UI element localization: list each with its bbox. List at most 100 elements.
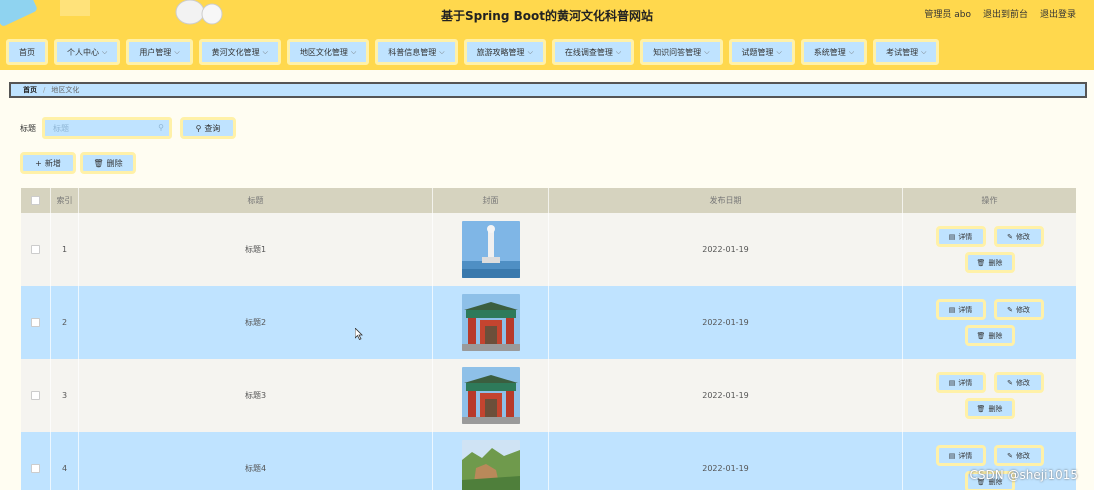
- edit-icon: ✎: [1007, 232, 1013, 241]
- trash-icon: 🗑: [976, 404, 986, 413]
- row-actions: ▤ 详情 ✎ 修改 🗑 删除: [903, 286, 1076, 359]
- trash-icon: 🗑: [93, 158, 104, 168]
- search-bar: 标题 ⚲ ⚲ 查询: [20, 117, 236, 139]
- chevron-down-icon: ⌵: [527, 47, 533, 56]
- edit-icon: ✎: [1007, 378, 1013, 387]
- search-field: ⚲: [42, 117, 172, 139]
- delete-button-label: 删除: [988, 258, 1003, 267]
- exit-to-frontend-link[interactable]: 退出到前台: [983, 7, 1028, 20]
- search-icon: ⚲: [195, 123, 202, 133]
- chevron-down-icon: ⌵: [776, 47, 782, 56]
- nav-item[interactable]: 科普信息管理 ⌵: [375, 39, 458, 65]
- edit-button-label: 修改: [1015, 451, 1030, 460]
- row-title: 标题1: [79, 213, 433, 286]
- column-header-date: 发布日期: [549, 188, 903, 213]
- search-input[interactable]: [45, 120, 169, 136]
- batch-delete-button[interactable]: 🗑 删除: [80, 152, 136, 174]
- nav-item[interactable]: 考试管理 ⌵: [873, 39, 940, 65]
- row-checkbox[interactable]: [31, 245, 40, 254]
- delete-button[interactable]: 🗑 删除: [964, 252, 1015, 273]
- edit-button-label: 修改: [1015, 305, 1030, 314]
- detail-button-label: 详情: [958, 305, 973, 314]
- row-date: 2022-01-19: [549, 213, 903, 286]
- edit-button-label: 修改: [1015, 232, 1030, 241]
- row-title: 标题2: [79, 286, 433, 359]
- nav-item[interactable]: 黄河文化管理 ⌵: [198, 39, 281, 65]
- nav-item-label: 旅游攻略管理: [476, 47, 525, 57]
- breadcrumb-home[interactable]: 首页: [23, 85, 37, 95]
- detail-button-label: 详情: [958, 378, 973, 387]
- edit-button-label: 修改: [1015, 378, 1030, 387]
- column-header-ops: 操作: [981, 196, 998, 205]
- logout-link[interactable]: 退出登录: [1040, 7, 1076, 20]
- edit-button[interactable]: ✎ 修改: [993, 372, 1044, 393]
- nav-item-label: 在线调查管理: [564, 47, 613, 57]
- delete-button-label: 删除: [988, 404, 1003, 413]
- row-title: 标题4: [79, 432, 433, 490]
- cover-image: [461, 440, 520, 490]
- admin-user-label: 管理员 abo: [924, 10, 971, 20]
- nav-item[interactable]: 用户管理 ⌵: [126, 39, 193, 65]
- row-actions: ▤ 详情 ✎ 修改 🗑 删除: [903, 213, 1076, 286]
- plus-icon: +: [35, 158, 42, 168]
- detail-button[interactable]: ▤ 详情: [935, 226, 986, 247]
- nav-item-label: 系统管理: [813, 47, 846, 57]
- select-all-checkbox[interactable]: [31, 196, 40, 205]
- delete-button-label: 删除: [988, 331, 1003, 340]
- cover-image: [461, 294, 520, 351]
- document-icon: ▤: [948, 232, 956, 241]
- edit-button[interactable]: ✎ 修改: [993, 445, 1044, 466]
- chevron-down-icon: ⌵: [921, 47, 927, 56]
- batch-delete-button-label: 删除: [106, 158, 123, 168]
- column-header-cover: 封面: [433, 188, 549, 213]
- chevron-down-icon: ⌵: [615, 47, 622, 56]
- chevron-down-icon: ⌵: [102, 47, 108, 56]
- trash-icon: 🗑: [976, 331, 986, 340]
- breadcrumb-current: 地区文化: [51, 86, 80, 94]
- edit-button[interactable]: ✎ 修改: [993, 299, 1044, 320]
- nav-item[interactable]: 知识问答管理 ⌵: [640, 39, 723, 65]
- nav-item[interactable]: 首页: [6, 39, 48, 65]
- nav-item-label: 首页: [19, 47, 35, 57]
- column-header-title: 标题: [79, 188, 433, 213]
- table-row: 1 标题1 2022-01-19 ▤ 详情 ✎ 修改 🗑 删除: [21, 213, 1076, 286]
- edit-button[interactable]: ✎ 修改: [993, 226, 1044, 247]
- chevron-down-icon: ⌵: [350, 47, 357, 56]
- nav-item-label: 试题管理: [741, 47, 774, 57]
- cover-image: [461, 221, 520, 278]
- document-icon: ▤: [948, 451, 956, 460]
- delete-button[interactable]: 🗑 删除: [964, 398, 1015, 419]
- query-button[interactable]: ⚲ 查询: [180, 117, 236, 139]
- table-body: 1 标题1 2022-01-19 ▤ 详情 ✎ 修改 🗑 删除 2 标题2 2022-01-19 ▤ 详情…: [21, 213, 1076, 490]
- chevron-down-icon: ⌵: [439, 47, 445, 56]
- nav-item[interactable]: 旅游攻略管理 ⌵: [463, 39, 546, 65]
- add-button[interactable]: + 新增: [20, 152, 76, 174]
- nav-item-label: 考试管理: [886, 47, 919, 57]
- search-label: 标题: [20, 123, 36, 133]
- row-checkbox[interactable]: [31, 318, 40, 327]
- add-button-label: 新增: [44, 158, 61, 168]
- detail-button[interactable]: ▤ 详情: [935, 372, 986, 393]
- row-checkbox[interactable]: [31, 391, 40, 400]
- row-index: 3: [51, 359, 79, 432]
- detail-button-label: 详情: [958, 451, 973, 460]
- mouse-cursor-icon: [355, 328, 363, 340]
- row-checkbox[interactable]: [31, 464, 40, 473]
- nav-item-label: 科普信息管理: [388, 47, 437, 57]
- detail-button[interactable]: ▤ 详情: [935, 299, 986, 320]
- nav-item[interactable]: 地区文化管理 ⌵: [286, 39, 370, 65]
- nav-item[interactable]: 试题管理 ⌵: [728, 39, 795, 65]
- nav-item-label: 地区文化管理: [299, 47, 348, 57]
- document-icon: ▤: [948, 305, 956, 314]
- row-index: 2: [51, 286, 79, 359]
- delete-button[interactable]: 🗑 删除: [964, 325, 1015, 346]
- row-date: 2022-01-19: [549, 286, 903, 359]
- detail-button[interactable]: ▤ 详情: [935, 445, 986, 466]
- nav-item[interactable]: 系统管理 ⌵: [800, 39, 868, 65]
- row-index: 1: [51, 213, 79, 286]
- nav-item-label: 用户管理: [139, 47, 172, 57]
- nav-item[interactable]: 在线调查管理 ⌵: [551, 39, 635, 65]
- table-row: 3 标题3 2022-01-19 ▤ 详情 ✎ 修改 🗑 删除: [21, 359, 1076, 432]
- main-nav: 首页 个人中心 ⌵ 用户管理 ⌵ 黄河文化管理 ⌵ 地区文化管理 ⌵ 科普信息管理 ⌵ 旅游攻略管理 ⌵…: [0, 34, 1094, 70]
- nav-item[interactable]: 个人中心 ⌵: [54, 39, 121, 65]
